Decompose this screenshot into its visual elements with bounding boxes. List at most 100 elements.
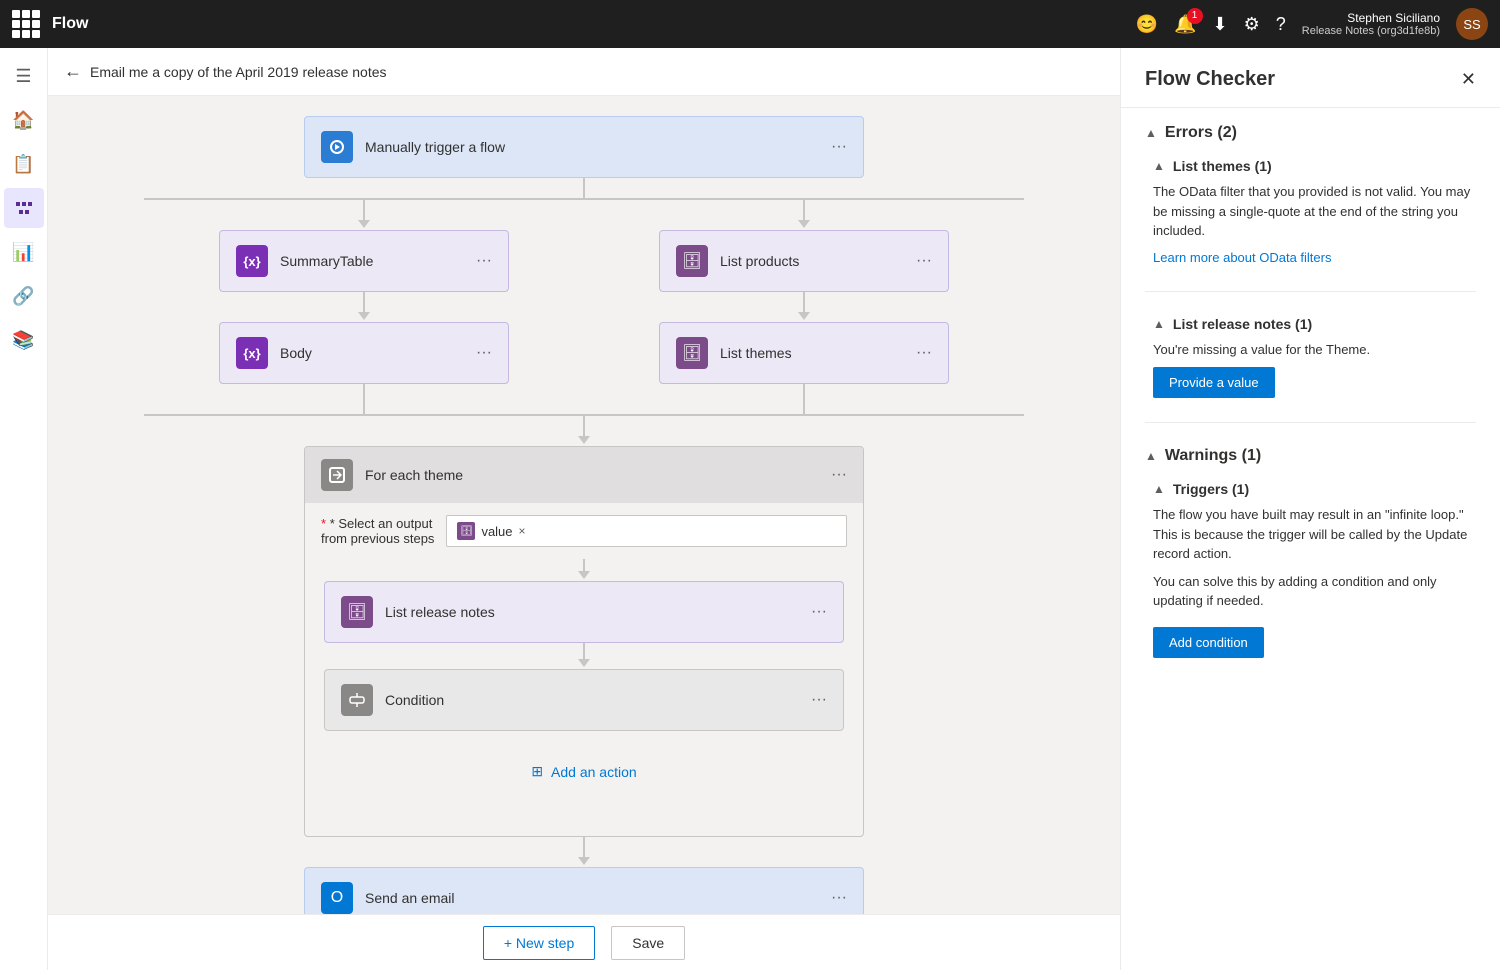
horiz-split-line [144,198,1024,200]
trigger-icon [321,131,353,163]
right-vert-3 [803,384,805,414]
pre-email-arrow [578,857,590,865]
sidebar-flows-icon[interactable] [4,188,44,228]
list-themes-more[interactable]: ··· [916,344,932,362]
pre-email-vert [583,837,585,857]
list-release-notes-step[interactable]: 🗄 List release notes ··· [324,581,844,643]
nav-icons: 😊 🔔 1 ⬇ ⚙ ? Stephen Siciliano Release No… [1136,8,1488,40]
list-themes-step[interactable]: 🗄 List themes ··· [659,322,949,384]
warnings-section-title: Warnings (1) [1165,447,1261,465]
join-arrow [578,436,590,444]
right-arrow-head-2 [798,312,810,320]
trigger-step[interactable]: Manually trigger a flow ··· [304,116,864,178]
triggers-chevron: ▲ [1153,482,1165,496]
loop-inner-arrow-2 [578,659,590,667]
body-step[interactable]: {x} Body ··· [219,322,509,384]
divider-2 [1145,422,1476,423]
user-info: Stephen Siciliano Release Notes (org3d1f… [1302,11,1440,37]
list-products-step[interactable]: 🗄 List products ··· [659,230,949,292]
left-arrow-head-1 [358,220,370,228]
list-themes-error-message: The OData filter that you provided is no… [1153,182,1476,241]
left-arrow-head-2 [358,312,370,320]
settings-icon[interactable]: ⚙ [1244,14,1260,35]
flow-checker-panel: Flow Checker ✕ ▲ Errors (2) ▲ List theme… [1120,48,1500,970]
loop-label: For each theme [365,467,819,483]
learn-odata-link[interactable]: Learn more about OData filters [1153,250,1331,265]
list-themes-error-header[interactable]: ▲ List themes (1) [1153,158,1476,174]
loop-container: For each theme ··· * * Select an output … [304,446,864,837]
select-output-row: * * Select an output from previous steps… [317,515,851,559]
checker-header: Flow Checker ✕ [1121,48,1500,108]
flow-steps: Manually trigger a flow ··· [84,116,1084,914]
connector-1 [84,178,1084,200]
send-email-label: Send an email [365,890,819,906]
add-action-icon: ⊞ [531,763,543,780]
avatar[interactable]: SS [1456,8,1488,40]
new-step-button[interactable]: + New step [483,926,595,960]
triggers-warning-title: Triggers (1) [1173,481,1249,497]
sidebar-data-icon[interactable]: 📊 [4,232,44,272]
sidebar-home-icon[interactable]: 🏠 [4,100,44,140]
send-email-step[interactable]: O Send an email ··· [304,867,864,914]
summary-table-step[interactable]: {x} SummaryTable ··· [219,230,509,292]
help-icon[interactable]: ? [1276,14,1286,35]
divider-1 [1145,291,1476,292]
errors-section-header[interactable]: ▲ Errors (2) [1145,124,1476,142]
download-icon[interactable]: ⬇ [1213,14,1228,35]
warnings-section-header[interactable]: ▲ Warnings (1) [1145,447,1476,465]
provide-value-button[interactable]: Provide a value [1153,367,1275,398]
loop-more[interactable]: ··· [831,466,847,484]
right-vert-2 [803,292,805,312]
body-label: Body [280,345,464,361]
body-more[interactable]: ··· [476,344,492,362]
list-release-notes-chevron: ▲ [1153,317,1165,331]
checker-body: ▲ Errors (2) ▲ List themes (1) The OData… [1121,108,1500,674]
app-title: Flow [52,15,1124,33]
value-chip[interactable]: 🗄 value × [446,515,847,547]
condition-icon [341,684,373,716]
sidebar: ☰ 🏠 📋 📊 🔗 📚 [0,48,48,970]
condition-more[interactable]: ··· [811,691,827,709]
breadcrumb-text: Email me a copy of the April 2019 releas… [90,64,387,80]
errors-chevron: ▲ [1145,126,1157,140]
list-release-notes-error-header[interactable]: ▲ List release notes (1) [1153,316,1476,332]
sidebar-approvals-icon[interactable]: 📋 [4,144,44,184]
left-vert-1 [363,200,365,220]
notification-icon[interactable]: 🔔 1 [1174,14,1196,35]
chip-remove[interactable]: × [519,524,526,538]
sidebar-menu-icon[interactable]: ☰ [4,56,44,96]
condition-step[interactable]: Condition ··· [324,669,844,731]
sidebar-connections-icon[interactable]: 🔗 [4,276,44,316]
save-button[interactable]: Save [611,926,685,960]
sidebar-learn-icon[interactable]: 📚 [4,320,44,360]
bottom-bar: + New step Save [48,914,1120,970]
back-button[interactable]: ← [64,61,82,82]
add-action-button[interactable]: ⊞ Add an action [531,751,636,792]
trigger-more[interactable]: ··· [831,138,847,156]
list-release-notes-more[interactable]: ··· [811,603,827,621]
list-products-icon: 🗄 [676,245,708,277]
trigger-label: Manually trigger a flow [365,139,819,155]
loop-box: For each theme ··· * * Select an output … [304,446,864,837]
checker-close-button[interactable]: ✕ [1461,69,1476,90]
left-vert-2 [363,292,365,312]
send-email-more[interactable]: ··· [831,889,847,907]
list-products-more[interactable]: ··· [916,252,932,270]
loop-header[interactable]: For each theme ··· [305,447,863,503]
triggers-warning-section: ▲ Triggers (1) The flow you have built m… [1153,481,1476,658]
left-vert-3 [363,384,365,414]
emoji-icon[interactable]: 😊 [1136,14,1158,35]
summary-table-more[interactable]: ··· [476,252,492,270]
list-themes-chevron: ▲ [1153,159,1165,173]
loop-inner-vert-1 [583,559,585,571]
triggers-warning-header[interactable]: ▲ Triggers (1) [1153,481,1476,497]
errors-section-title: Errors (2) [1165,124,1237,142]
summary-table-label: SummaryTable [280,253,464,269]
loop-inner-vert-2 [583,643,585,659]
select-output-label: * * Select an output from previous steps [321,516,434,546]
waffle-menu[interactable] [12,10,40,38]
checker-title: Flow Checker [1145,68,1275,91]
list-release-notes-icon: 🗄 [341,596,373,628]
add-condition-button[interactable]: Add condition [1153,627,1264,658]
chip-text: value [481,524,512,539]
